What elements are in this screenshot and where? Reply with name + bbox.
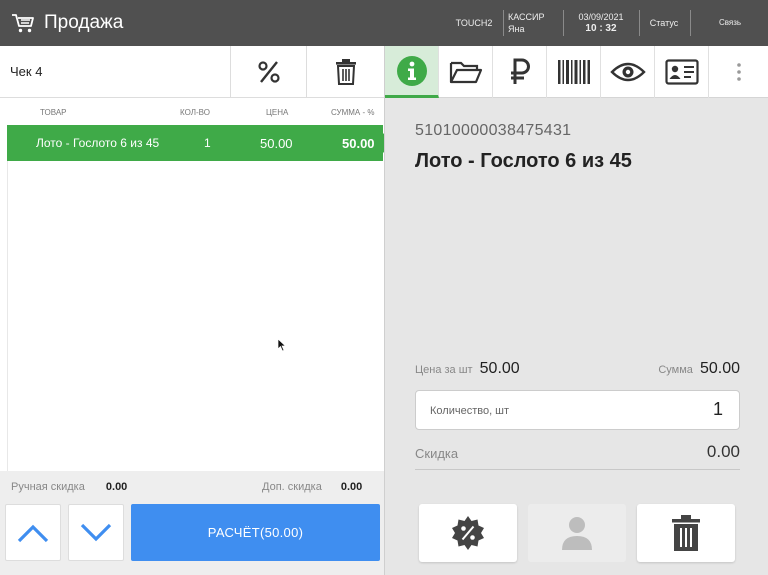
eye-icon (609, 62, 646, 82)
receipt-title: Чек 4 (10, 64, 43, 79)
chevron-up-icon (17, 524, 49, 542)
column-price: ЦЕНА (266, 108, 289, 117)
price-row: Цена за шт 50.00 Сумма 50.00 (415, 360, 740, 380)
terminal-label: TOUCH2 (455, 18, 493, 28)
tab-barcode[interactable] (547, 46, 601, 98)
table-row[interactable]: Лото - Гослото 6 из 45 1 50.00 50.00 (7, 125, 392, 161)
time-label: 10 : 32 (585, 23, 617, 34)
info-icon (396, 55, 427, 86)
unit-price: Цена за шт 50.00 (415, 360, 520, 378)
total-sum-value: 50.00 (699, 360, 740, 377)
unit-price-label: Цена за шт (415, 364, 473, 376)
column-sum: СУММА - % (331, 108, 375, 117)
discount-label: Скидка (415, 446, 459, 461)
folder-open-icon (449, 61, 482, 84)
delete-item-button[interactable] (637, 504, 735, 562)
tab-info[interactable] (385, 46, 439, 98)
column-item: ТОВАР (40, 108, 67, 117)
header-divider (690, 10, 691, 36)
assign-customer-button[interactable] (528, 504, 626, 562)
tab-payment[interactable] (493, 46, 547, 98)
receipt-list[interactable] (7, 161, 383, 471)
person-icon (562, 517, 592, 550)
total-sum-label: Сумма (658, 364, 693, 376)
discount-row: Скидка 0.00 (415, 442, 740, 470)
more-vert-icon (737, 63, 741, 81)
cashier-name: Яна (508, 24, 525, 34)
tab-view[interactable] (601, 46, 655, 98)
barcode-icon (557, 60, 590, 84)
table-header: ТОВАР КОЛ-ВО ЦЕНА СУММА - % (0, 99, 384, 125)
tab-folder[interactable] (439, 46, 493, 98)
product-code: 51010000038475431 (415, 122, 572, 139)
discount-badge-icon (452, 516, 484, 550)
cashier-info: КАССИР Яна (508, 0, 560, 46)
receipt-footer: Ручная скидка 0.00 Доп. скидка 0.00 РАСЧ… (0, 471, 384, 575)
cashier-label: КАССИР (508, 12, 545, 22)
percent-icon (257, 61, 280, 83)
discount-button[interactable] (230, 46, 306, 98)
details-tabs (385, 46, 768, 98)
extra-discount-value: 0.00 (340, 481, 363, 493)
quantity-field[interactable]: Количество, шт 1 (415, 390, 740, 430)
datetime: 03/09/2021 10 : 32 (566, 0, 636, 46)
row-price: 50.00 (260, 136, 293, 151)
scroll-up-button[interactable] (5, 504, 61, 561)
status-button[interactable]: Статус (642, 0, 686, 46)
cart-icon (12, 14, 34, 33)
pay-button[interactable]: РАСЧЁТ(50.00) (131, 504, 380, 561)
product-name: Лото - Гослото 6 из 45 (415, 150, 632, 172)
link-label: Связь (718, 18, 742, 27)
more-menu-button[interactable] (709, 46, 768, 98)
header-divider (563, 10, 564, 36)
row-qty: 1 (204, 136, 211, 150)
header-divider (503, 10, 504, 36)
extra-discount: Доп. скидка 0.00 (262, 481, 362, 493)
extra-discount-label: Доп. скидка (262, 481, 322, 493)
manual-discount: Ручная скидка 0.00 (11, 481, 127, 493)
details-panel: 51010000038475431 Лото - Гослото 6 из 45… (384, 46, 768, 575)
tab-customer-card[interactable] (655, 46, 709, 98)
receipt-panel: Чек 4 ТОВАР КОЛ-ВО ЦЕНА СУММА - % Лото -… (0, 46, 392, 575)
header-divider (639, 10, 640, 36)
date-label: 03/09/2021 (578, 12, 624, 22)
app-header: Продажа TOUCH2 КАССИР Яна 03/09/2021 10 … (0, 0, 768, 46)
ruble-icon (510, 58, 530, 84)
unit-price-value: 50.00 (479, 360, 520, 377)
delete-receipt-button[interactable] (306, 46, 384, 98)
id-card-icon (664, 59, 699, 85)
manual-discount-value: 0.00 (105, 481, 128, 493)
mouse-cursor-icon (277, 338, 287, 352)
total-sum: Сумма 50.00 (658, 360, 740, 378)
discount-value: 0.00 (706, 442, 740, 461)
trash-icon (335, 59, 356, 85)
receipt-toolbar: Чек 4 (0, 46, 384, 98)
terminal-name: TOUCH2 (450, 0, 498, 46)
row-item-name: Лото - Гослото 6 из 45 (36, 136, 160, 150)
quantity-label: Количество, шт (430, 405, 510, 417)
row-sum: 50.00 (342, 136, 375, 151)
item-discount-button[interactable] (419, 504, 517, 562)
chevron-down-icon (80, 523, 112, 541)
quantity-value: 1 (712, 399, 723, 419)
column-qty: КОЛ-ВО (180, 108, 210, 117)
manual-discount-label: Ручная скидка (11, 481, 85, 493)
status-label: Статус (649, 18, 679, 28)
page-title: Продажа (44, 12, 124, 33)
scroll-down-button[interactable] (68, 504, 124, 561)
trash-icon (672, 515, 700, 551)
link-button[interactable]: Связь (706, 0, 754, 46)
